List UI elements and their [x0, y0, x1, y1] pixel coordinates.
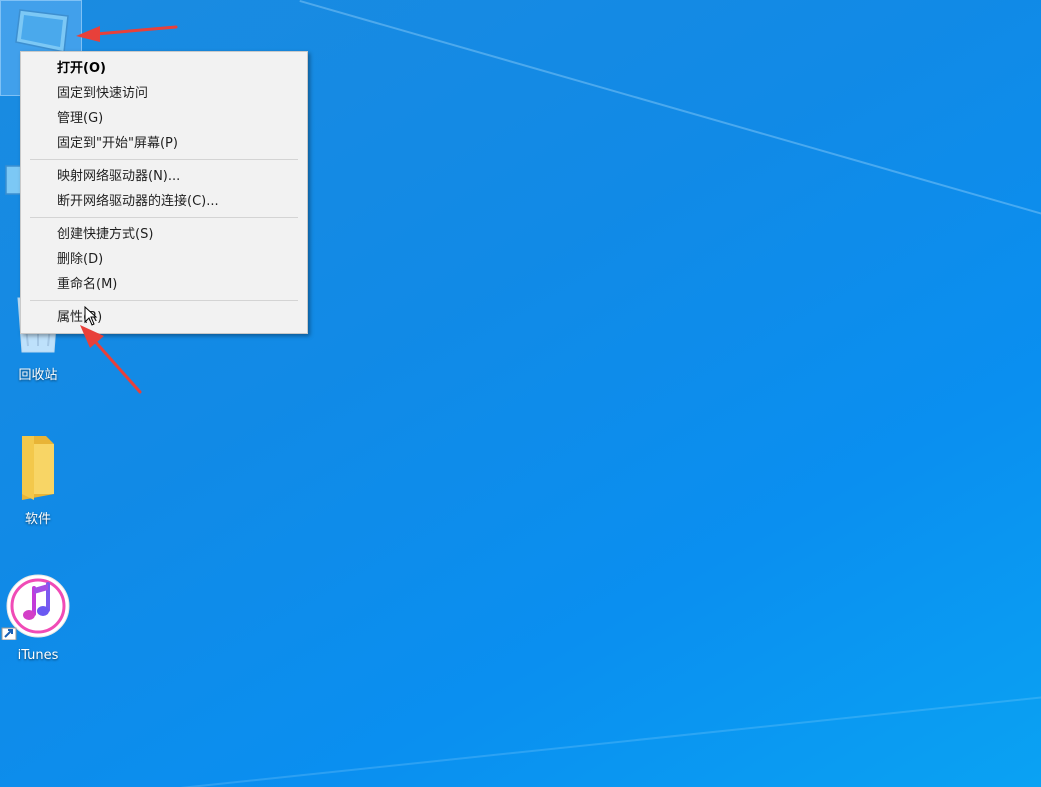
- annotation-arrows: [76, 25, 178, 394]
- mouse-cursor-icon: [84, 306, 98, 326]
- arrow-to-properties: [80, 325, 142, 394]
- desktop-background: 回收站 软件 iTunes 打开(O) 固定到快速访问 管理(G) 固定到"开始…: [0, 0, 1041, 787]
- arrow-to-this-pc-icon: [76, 25, 178, 42]
